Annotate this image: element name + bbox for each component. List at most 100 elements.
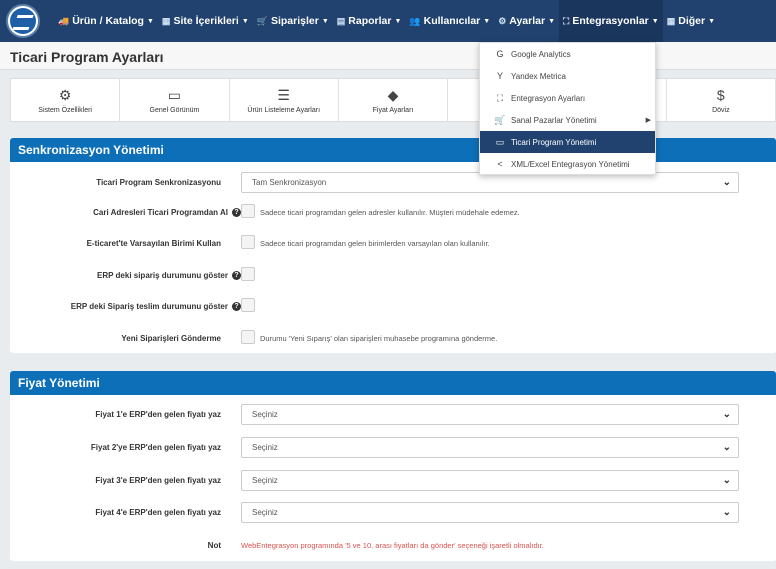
chevron-down-icon: ⌄ (722, 507, 731, 518)
field-label: E-ticaret'te Varsayılan Birimi Kullan (86, 239, 221, 248)
menu-item-label: Entegrasyon Ayarları (511, 93, 586, 103)
nav-label: Diğer (678, 15, 706, 27)
gears-icon: ⚙ (58, 86, 72, 103)
nav-item-kullanicilar[interactable]: 👥 Kullanıcılar ▼ (405, 0, 494, 42)
nav-item-siparisler[interactable]: 🛒 Siparişler ▼ (253, 0, 333, 42)
price-row: Fiyat 1'e ERP'den gelen fiyatı yaz Seçin… (10, 404, 776, 426)
settings-tabs: ⚙ Sistem Özellikleri ▭ Genel Görünüm ☰ Ü… (10, 78, 776, 122)
checkbox-erp-teslim-durumu[interactable] (241, 298, 255, 312)
nav-label: Entegrasyonlar (572, 15, 649, 27)
help-icon[interactable]: ? (232, 271, 241, 281)
menu-item-label: XML/Excel Entegrasyon Yönetimi (511, 159, 630, 169)
field-label: Yeni Siparişleri Gönderme (121, 334, 221, 343)
checkbox-row: ERP deki Sipariş teslim durumunu göster? (10, 298, 776, 314)
checkbox-help-text: Durumu 'Yeni Sıparış' olan siparişleri m… (260, 334, 498, 343)
tab-label: Fiyat Ayarları (372, 106, 414, 114)
note-label: Not (207, 541, 221, 550)
menu-item-ticari-program[interactable]: ▭ Ticari Program Yönetimi (480, 131, 655, 153)
help-icon[interactable]: ? (232, 208, 241, 218)
nav-item-site-icerikleri[interactable]: ▦ Site İçerikleri ▼ (158, 0, 253, 42)
caret-down-icon: ▼ (548, 17, 556, 25)
caret-down-icon: ▼ (241, 17, 249, 25)
tab-urun-listeleme-ayarlari[interactable]: ☰ Ürün Listeleme Ayarları (230, 79, 339, 121)
price-panel: Fiyat Yönetimi Fiyat 1'e ERP'den gelen f… (10, 371, 776, 561)
nav-label: Siparişler (270, 15, 319, 27)
tab-label: Sistem Özellikleri (38, 106, 92, 114)
google-icon: G (496, 49, 504, 59)
gears-icon: ⚙ (498, 15, 507, 26)
field-label: Fiyat 4'e ERP'den gelen fiyatı yaz (95, 508, 221, 517)
menu-item-label: Ticari Program Yönetimi (511, 137, 597, 147)
tab-label: Döviz (712, 106, 730, 114)
checkbox-row: Yeni Siparişleri Gönderme Durumu 'Yeni S… (10, 330, 776, 346)
checkbox-erp-siparis-durumu[interactable] (241, 267, 255, 281)
nav-item-urun-katalog[interactable]: 🚚 Ürün / Katalog ▼ (54, 0, 158, 42)
tab-fiyat-ayarlari[interactable]: ◆ Fiyat Ayarları (339, 79, 449, 121)
price-4-select[interactable]: Seçiniz ⌄ (241, 502, 739, 523)
sitemap-icon: ⛶ (563, 15, 570, 26)
dollar-icon: $ (716, 86, 725, 103)
price-2-select[interactable]: Seçiniz ⌄ (241, 437, 739, 458)
tab-doviz[interactable]: $ Döviz (667, 79, 776, 121)
share-icon: < (497, 159, 503, 169)
menu-item-entegrasyon-ayarlari[interactable]: ⛶ Entegrasyon Ayarları (480, 87, 655, 109)
tab-label: Ürün Listeleme Ayarları (247, 106, 321, 114)
cart-icon: 🛒 (494, 114, 506, 125)
menu-item-label: Yandex Metrica (511, 71, 566, 81)
entegrasyonlar-dropdown: G Google Analytics Y Yandex Metrica ⛶ En… (479, 42, 656, 175)
nav-item-entegrasyonlar[interactable]: ⛶ Entegrasyonlar ▼ (559, 0, 663, 42)
nav-label: Ayarlar (509, 15, 546, 27)
field-label: ERP deki sipariş durumunu göster? (97, 271, 241, 281)
tab-sistem-ozellikleri[interactable]: ⚙ Sistem Özellikleri (11, 79, 121, 121)
caret-down-icon: ▼ (708, 17, 716, 25)
tab-genel-gorunum[interactable]: ▭ Genel Görünüm (120, 79, 230, 121)
yandex-icon: Y (496, 71, 503, 81)
select-value: Seçiniz (252, 476, 278, 485)
select-value: Seçiniz (252, 443, 278, 452)
field-label: Cari Adresleri Ticari Programdan Al? (93, 208, 241, 218)
caret-down-icon: ▼ (651, 17, 659, 25)
field-label: Ticari Program Senkronizasyonu (96, 178, 221, 187)
checkbox-varsayilan-birim[interactable] (241, 235, 255, 249)
nav-label: Ürün / Katalog (72, 15, 144, 27)
sync-panel: Senkronizasyon Yönetimi Ticari Program S… (10, 138, 776, 353)
nav-label: Site İçerikleri (173, 15, 239, 27)
field-label: Fiyat 1'e ERP'den gelen fiyatı yaz (95, 410, 221, 419)
help-icon[interactable]: ? (232, 302, 241, 312)
truck-icon: 🚚 (58, 15, 70, 26)
grid-icon: ▦ (666, 15, 676, 26)
menu-item-sanal-pazarlar[interactable]: 🛒 Sanal Pazarlar Yönetimi ▶ (480, 109, 655, 131)
price-row: Fiyat 3'e ERP'den gelen fiyatı yaz Seçin… (10, 470, 776, 492)
menu-item-google-analytics[interactable]: G Google Analytics (480, 43, 655, 65)
select-value: Seçiniz (252, 508, 278, 517)
caret-down-icon: ▼ (321, 17, 329, 25)
program-sync-select[interactable]: Tam Senkronizasyon ⌄ (241, 172, 739, 193)
nav-label: Raporlar (348, 15, 392, 27)
nav-label: Kullanıcılar (423, 15, 481, 27)
program-sync-row: Ticari Program Senkronizasyonu Tam Senkr… (10, 172, 776, 194)
logo[interactable] (6, 4, 40, 38)
field-label: Fiyat 3'e ERP'den gelen fiyatı yaz (95, 476, 221, 485)
main-nav: 🚚 Ürün / Katalog ▼ ▦ Site İçerikleri ▼ 🛒… (54, 0, 719, 42)
nav-item-diger[interactable]: ▦ Diğer ▼ (663, 0, 719, 42)
price-3-select[interactable]: Seçiniz ⌄ (241, 470, 739, 491)
tab-label: Genel Görünüm (149, 106, 200, 114)
note-row: Not WebEntegrasyon programında '5 ve 10.… (10, 539, 776, 553)
menu-item-xml-excel[interactable]: < XML/Excel Entegrasyon Yönetimi (480, 153, 655, 175)
price-row: Fiyat 2'ye ERP'den gelen fiyatı yaz Seçi… (10, 437, 776, 459)
bars-icon: ▦ (161, 15, 171, 26)
panel-title: Senkronizasyon Yönetimi (10, 138, 776, 162)
price-1-select[interactable]: Seçiniz ⌄ (241, 404, 739, 425)
checkbox-cari-adresleri[interactable] (241, 204, 255, 218)
note-text: WebEntegrasyon programında '5 ve 10. ara… (241, 541, 544, 550)
nav-item-ayarlar[interactable]: ⚙ Ayarlar ▼ (494, 0, 559, 42)
menu-item-label: Google Analytics (511, 49, 571, 59)
menu-item-yandex-metrica[interactable]: Y Yandex Metrica (480, 65, 655, 87)
checkbox-row: E-ticaret'te Varsayılan Birimi Kullan Sa… (10, 235, 776, 251)
price-row: Fiyat 4'e ERP'den gelen fiyatı yaz Seçin… (10, 502, 776, 524)
page-title: Ticari Program Ayarları (10, 49, 164, 65)
nav-item-raporlar[interactable]: ▤ Raporlar ▼ (333, 0, 406, 42)
caret-down-icon: ▼ (146, 17, 154, 25)
panel-title: Fiyat Yönetimi (10, 371, 776, 395)
checkbox-yeni-siparisleri-gonderme[interactable] (241, 330, 255, 344)
